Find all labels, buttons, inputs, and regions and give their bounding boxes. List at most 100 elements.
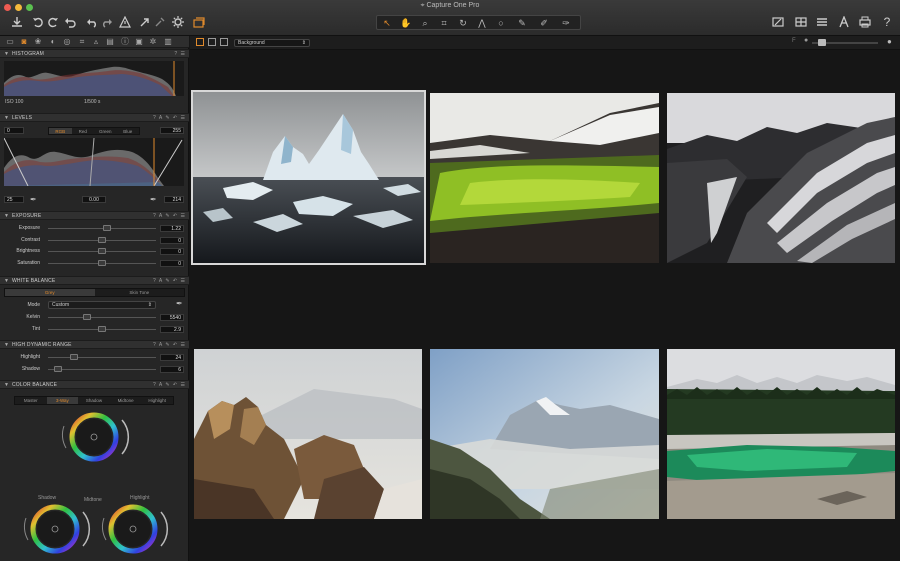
text-icon[interactable] — [836, 14, 852, 30]
eraser-icon[interactable]: ✑ — [559, 17, 573, 29]
color-tab-icon[interactable]: ❀ — [33, 37, 43, 47]
shadow-wheel[interactable] — [23, 504, 90, 554]
output-tab-icon[interactable]: ▣ — [134, 37, 144, 47]
wb-tab-skin-tone[interactable]: Skin Tone — [95, 289, 185, 296]
warning-icon[interactable] — [117, 14, 133, 30]
section-controls-icon[interactable]: ? A ✎ ↶ ☰ — [153, 342, 186, 348]
settings-tab-icon[interactable]: ✲ — [148, 37, 158, 47]
exposure-tab-icon[interactable]: ◐ — [48, 37, 58, 47]
print-icon[interactable] — [857, 14, 873, 30]
picker-icon[interactable]: ✎ — [515, 17, 529, 29]
slider-knob[interactable] — [103, 225, 111, 231]
slider-value[interactable]: 5540 — [160, 314, 184, 321]
midtone-wheel[interactable] — [61, 412, 129, 462]
grid-icon[interactable] — [793, 14, 809, 30]
undo-icon[interactable] — [62, 14, 78, 30]
help-icon[interactable]: ? — [879, 14, 895, 30]
slider-knob[interactable] — [98, 236, 106, 243]
cb-tab-shadow[interactable]: Shadow — [78, 397, 110, 404]
slider-track[interactable] — [48, 317, 156, 318]
section-controls-icon[interactable]: ? A ✎ ↶ ☰ — [153, 382, 186, 388]
edit-icon[interactable] — [770, 14, 786, 30]
slider-value[interactable]: 0 — [160, 248, 184, 255]
channel-tab-rgb[interactable]: RGB — [49, 128, 72, 134]
exposure-header[interactable]: ▼ EXPOSURE ? A ✎ ↶ ☰ — [0, 211, 189, 220]
select-cursor-icon[interactable]: ↖ — [380, 17, 394, 29]
shadow-picker-icon[interactable]: ✒ — [30, 195, 37, 204]
crop-tab-icon[interactable]: ⌗ — [77, 37, 87, 47]
undo-step-icon[interactable] — [84, 14, 100, 30]
filter-icon[interactable]: F — [792, 38, 796, 44]
levels-graph[interactable] — [3, 137, 184, 187]
levels-mid-value[interactable]: 0.00 — [82, 196, 106, 203]
wb-tab-grey[interactable]: Grey — [5, 289, 95, 296]
slider-track[interactable] — [48, 228, 156, 229]
channel-tab-blue[interactable]: Blue — [117, 128, 140, 134]
levels-high-value[interactable]: 214 — [164, 196, 184, 203]
cb-tab-master[interactable]: Master — [15, 397, 47, 404]
collapse-icon[interactable]: ▼ — [4, 382, 9, 388]
loupe-icon[interactable]: ⌕ — [418, 17, 432, 29]
thumbnail-iceberg[interactable] — [191, 90, 426, 265]
details-tab-icon[interactable]: ▵ — [91, 37, 101, 47]
wb-picker-icon[interactable]: ✒ — [176, 299, 183, 308]
white-balance-header[interactable]: ▼ WHITE BALANCE ? A ✎ ↶ ☰ — [0, 276, 189, 285]
spot-icon[interactable]: ○ — [494, 17, 508, 29]
thumbnail-rocky-crag[interactable] — [194, 349, 422, 519]
settings-icon[interactable] — [170, 14, 186, 30]
levels-header[interactable]: ▼ LEVELS ? A ✎ ↶ ☰ — [0, 113, 189, 122]
cb-tab-highlight[interactable]: Highlight — [141, 397, 173, 404]
channel-tab-green[interactable]: Green — [94, 128, 117, 134]
metadata-tab-icon[interactable]: ⓘ — [120, 37, 130, 47]
wb-mode-select[interactable]: Custom ⇕ — [48, 301, 156, 309]
collapse-icon[interactable]: ▼ — [4, 213, 9, 219]
thumbnail-green-lake[interactable] — [667, 349, 895, 519]
rotate-right-icon[interactable] — [45, 14, 61, 30]
thumbnail-striped-mountain-ridge[interactable] — [667, 93, 895, 263]
collapse-icon[interactable]: ▼ — [4, 278, 9, 284]
crop-icon[interactable]: ⌗ — [437, 17, 451, 29]
highlight-picker-icon[interactable]: ✒ — [150, 195, 157, 204]
section-controls-icon[interactable]: ? A ✎ ↶ ☰ — [153, 213, 186, 219]
local-tab-icon[interactable]: ▤ — [105, 37, 115, 47]
batch-tab-icon[interactable]: ▥ — [163, 37, 173, 47]
export-icon[interactable] — [137, 14, 153, 30]
slider-value[interactable]: 24 — [160, 354, 184, 361]
slider-knob[interactable] — [70, 354, 78, 360]
slider-knob[interactable] — [98, 325, 106, 332]
pan-icon[interactable]: ✋ — [399, 17, 413, 29]
thumbnail-misty-alps[interactable] — [430, 349, 659, 519]
collection-select[interactable]: Background ⇕ — [234, 39, 310, 47]
brush-icon[interactable]: ✐ — [537, 17, 551, 29]
slider-knob[interactable] — [98, 248, 106, 254]
thumbnail-green-volcanic-field[interactable] — [430, 93, 659, 263]
color-balance-header[interactable]: ▼ COLOR BALANCE ? A ✎ ↶ ☰ — [0, 380, 189, 389]
slider-value[interactable]: 6 — [160, 365, 184, 373]
capture-tab-icon[interactable]: ◙ — [19, 37, 29, 47]
cb-tab-3way[interactable]: 3-Way — [46, 397, 79, 404]
section-controls-icon[interactable]: ? A ✎ ↶ ☰ — [153, 278, 186, 284]
library-tab-icon[interactable]: ▭ — [5, 37, 15, 47]
slider-value[interactable]: 0 — [160, 259, 184, 267]
slider-value[interactable]: 2.9 — [160, 325, 184, 333]
process-icon[interactable] — [152, 14, 168, 30]
section-controls-icon[interactable]: ? ☰ — [174, 51, 186, 57]
color-wheels[interactable] — [0, 408, 189, 558]
channel-tab-red[interactable]: Red — [72, 128, 95, 134]
keystone-icon[interactable]: ⋀ — [475, 17, 489, 29]
list-view-icon[interactable] — [220, 38, 228, 46]
histogram-header[interactable]: ▼ HISTOGRAM ? ☰ — [0, 49, 189, 58]
grid-view-icon[interactable] — [196, 38, 204, 46]
sessions-icon[interactable] — [191, 14, 207, 30]
levels-low-value[interactable]: 25 — [4, 196, 24, 203]
slider-knob[interactable] — [98, 259, 106, 266]
thumbnail-size-knob[interactable] — [818, 39, 826, 46]
cb-tab-midtone[interactable]: Midtone — [110, 397, 142, 404]
highlight-wheel[interactable] — [101, 504, 168, 554]
collapse-icon[interactable]: ▼ — [4, 51, 9, 57]
user-small-icon[interactable]: ● — [804, 37, 808, 44]
slider-value[interactable]: 1.22 — [160, 225, 184, 232]
rotate-left-icon[interactable] — [30, 14, 46, 30]
hdr-header[interactable]: ▼ HIGH DYNAMIC RANGE ? A ✎ ↶ ☰ — [0, 340, 189, 349]
collapse-icon[interactable]: ▼ — [4, 342, 9, 348]
